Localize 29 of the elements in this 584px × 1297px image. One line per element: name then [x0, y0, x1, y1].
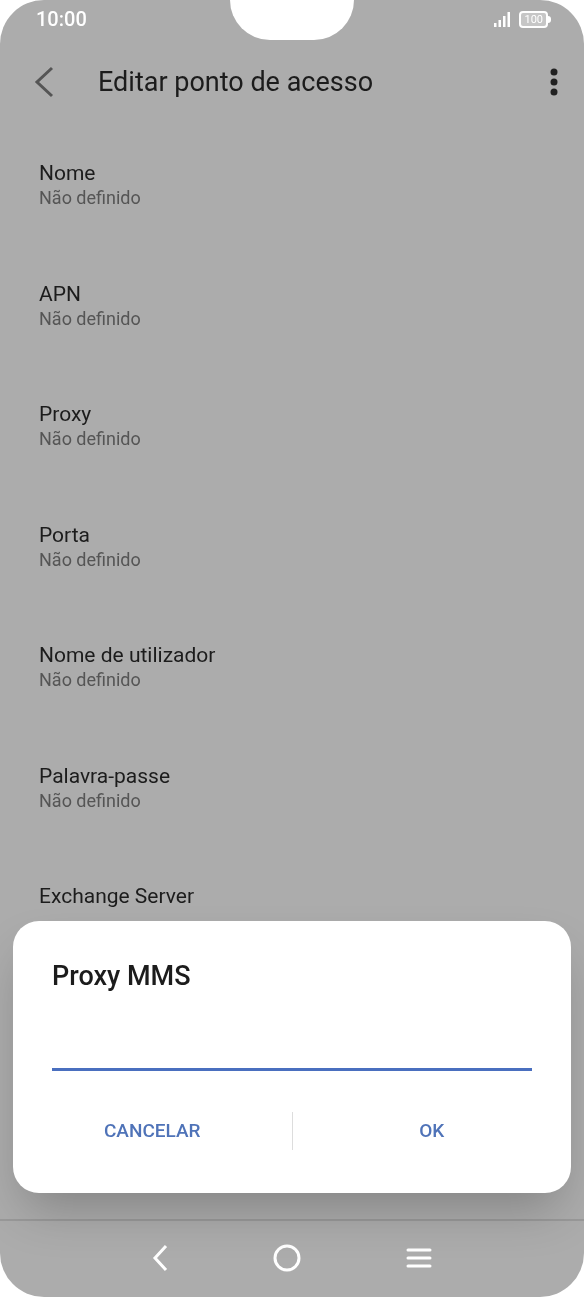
page-title: Editar ponto de acesso	[98, 64, 375, 100]
setting-label: Proxy	[39, 401, 92, 427]
setting-item[interactable]: Proxy Não definido	[0, 367, 584, 488]
back-icon[interactable]	[152, 1244, 169, 1272]
more-options-icon[interactable]	[550, 68, 558, 96]
setting-label: APN	[39, 280, 81, 307]
setting-value: Não definido	[39, 668, 141, 692]
dialog-button[interactable]: OK	[292, 1107, 571, 1155]
dialog-button[interactable]: CANCELAR	[13, 1107, 292, 1155]
setting-value: Não definido	[39, 547, 141, 572]
home-icon[interactable]	[273, 1244, 301, 1272]
dialog-title: Proxy MMS	[52, 959, 191, 993]
menu-icon[interactable]	[405, 1247, 432, 1269]
setting-label: Exchange Server	[39, 883, 195, 909]
setting-value: Não definido	[39, 427, 141, 451]
setting-value: Não definido	[39, 788, 141, 813]
setting-item[interactable]: Nome Não definido	[0, 126, 584, 247]
setting-value: Não definido	[39, 186, 141, 210]
setting-label: Palavra-passe	[39, 762, 171, 789]
setting-item[interactable]: Nome de utilizador Não definido	[0, 608, 584, 729]
setting-item[interactable]: Palavra-passe Não definido	[0, 728, 584, 849]
signal-icon	[494, 11, 512, 27]
setting-label: Nome de utilizador	[39, 642, 216, 668]
setting-label: Porta	[39, 521, 90, 548]
setting-item[interactable]: Porta Não definido	[0, 487, 584, 608]
setting-item[interactable]: APN Não definido	[0, 246, 584, 367]
status-time: 10:00	[36, 6, 87, 33]
setting-label: Nome	[39, 160, 96, 186]
setting-value: Não definido	[39, 306, 141, 331]
